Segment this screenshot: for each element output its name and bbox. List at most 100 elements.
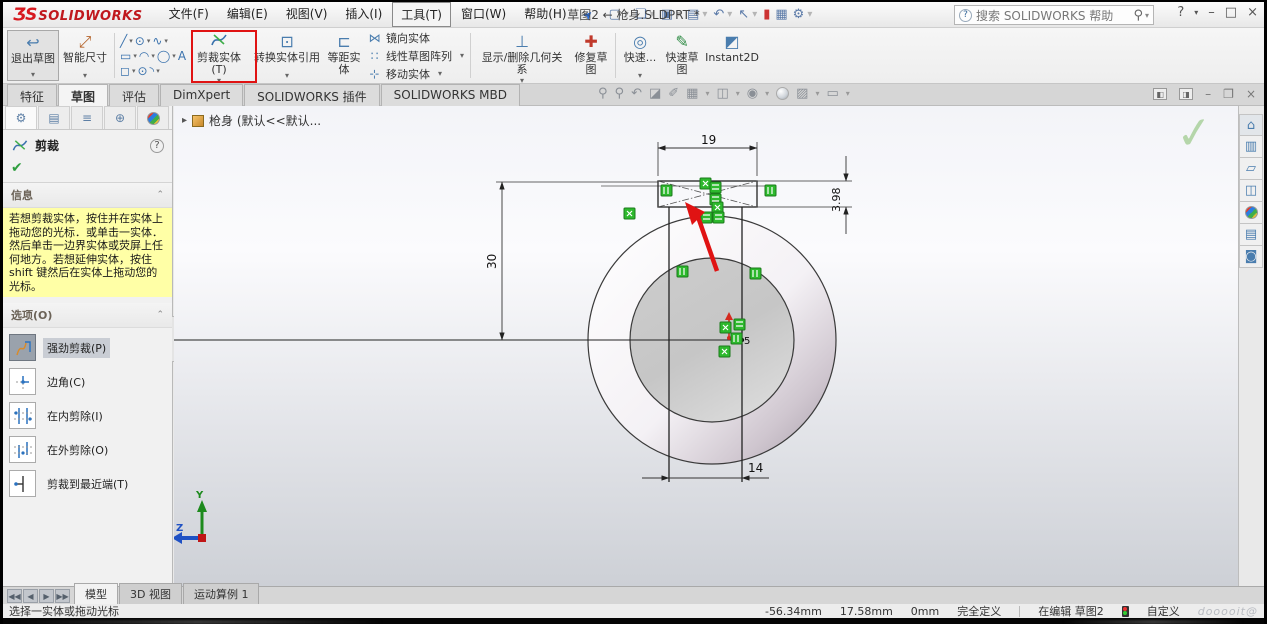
convert-entities-button[interactable]: ⊡ 转换实体引用 ▾ — [250, 30, 324, 81]
option-trim-away-inside[interactable]: 在内剪除(I) — [9, 402, 172, 429]
menu-view[interactable]: 视图(V) — [278, 2, 336, 27]
menu-tools[interactable]: 工具(T) — [392, 2, 451, 27]
doc-close-button[interactable]: × — [1246, 87, 1256, 101]
undo-icon[interactable]: ↶ — [711, 6, 726, 23]
settings-gear-icon[interactable]: ⚙ — [791, 6, 807, 23]
rapid-sketch-button[interactable]: ✎ 快速草图 — [661, 30, 703, 81]
message-section-header[interactable]: 信息 ⌃ — [3, 183, 172, 208]
rectangle-tool-icon[interactable]: ▭ — [120, 49, 131, 63]
custom-properties-icon[interactable]: ▤ — [1239, 224, 1263, 246]
property-help-icon[interactable]: ? — [150, 139, 164, 153]
tab-addins[interactable]: SOLIDWORKS 插件 — [244, 84, 379, 106]
dimxpertmanager-tab-icon[interactable]: ⊕ — [104, 106, 136, 129]
slot-tool-icon[interactable]: ◻ — [120, 64, 130, 78]
move-entities-caret-icon[interactable]: ▾ — [438, 69, 442, 78]
smart-dimension-button[interactable]: ⤢ 智能尺寸 ▾ — [59, 30, 111, 81]
dimension-19[interactable]: 19 — [658, 133, 757, 176]
previous-view-icon[interactable]: ↶ — [631, 86, 642, 101]
propertymanager-tab-icon[interactable]: ⚙ — [5, 106, 37, 129]
view-orientation-icon[interactable]: ▦ — [686, 86, 698, 101]
tab-sketch[interactable]: 草图 — [58, 84, 108, 106]
new-file-icon[interactable]: ▢ — [607, 6, 623, 23]
display-style-icon[interactable]: ◫ — [716, 86, 728, 101]
tab-mbd[interactable]: SOLIDWORKS MBD — [381, 84, 520, 106]
view-palette-icon[interactable]: ◫ — [1239, 180, 1263, 202]
menu-edit[interactable]: 编辑(E) — [219, 2, 276, 27]
search-icon[interactable]: ⚲ — [1133, 8, 1143, 23]
edit-appearance-icon[interactable] — [776, 87, 789, 100]
menu-file[interactable]: 文件(F) — [161, 2, 217, 27]
option-power-trim[interactable]: 强劲剪裁(P) — [9, 334, 172, 361]
fillet-tool-icon[interactable]: ◝ — [150, 64, 155, 78]
tab-scroll-prev-icon[interactable]: ◀ — [23, 589, 38, 603]
tab-scroll-next-icon[interactable]: ▶ — [39, 589, 54, 603]
quick-snaps-button[interactable]: ◎ 快速... ▾ — [619, 30, 661, 81]
option-corner[interactable]: 边角(C) — [9, 368, 172, 395]
smart-dimension-caret-icon[interactable]: ▾ — [83, 71, 87, 80]
hide-show-items-icon[interactable]: ◉ — [747, 86, 758, 101]
tab-dimxpert[interactable]: DimXpert — [160, 84, 243, 106]
displaymanager-tab-icon[interactable] — [137, 106, 169, 129]
menu-help[interactable]: 帮助(H) — [516, 2, 574, 27]
design-library-icon[interactable]: ▥ — [1239, 136, 1263, 158]
zoom-fit-icon[interactable]: ⚲ — [598, 86, 608, 101]
linear-pattern-button[interactable]: ∷ 线性草图阵列 ▾ — [367, 48, 464, 64]
arc-tool-icon[interactable]: ◠ — [139, 49, 149, 63]
print-icon[interactable]: ▤ — [685, 6, 701, 23]
file-explorer-folder-icon[interactable]: ▱ — [1239, 158, 1263, 180]
options-section-header[interactable]: 选项(O) ⌃ — [3, 303, 172, 328]
open-file-icon[interactable]: ❏ — [633, 6, 649, 23]
pin-menu-icon[interactable]: ➤ — [579, 6, 596, 23]
apply-scene-icon[interactable]: ▨ — [796, 86, 808, 101]
text-tool-icon[interactable]: A — [178, 49, 186, 63]
close-button[interactable]: × — [1247, 5, 1258, 20]
trim-entities-button[interactable]: 剪裁实体(T) ▾ — [188, 30, 250, 81]
tab-features[interactable]: 特征 — [7, 84, 57, 106]
convert-entities-caret-icon[interactable]: ▾ — [285, 71, 289, 80]
zoom-area-icon[interactable]: ⚲ — [615, 86, 625, 101]
mirror-entities-button[interactable]: ⋈ 镜向实体 — [367, 30, 464, 46]
display-state[interactable]: 自定义 — [1147, 603, 1180, 619]
help-button[interactable]: ? — [1177, 5, 1184, 20]
appearances-icon[interactable] — [1239, 202, 1263, 224]
minimize-button[interactable]: – — [1208, 5, 1215, 20]
section-view-icon[interactable]: ◪ — [649, 86, 661, 101]
linear-pattern-caret-icon[interactable]: ▾ — [460, 51, 464, 60]
tab-motion-study[interactable]: 运动算例 1 — [183, 583, 260, 604]
search-caret-icon[interactable]: ▾ — [1145, 11, 1149, 20]
option-trim-away-outside[interactable]: 在外剪除(O) — [9, 436, 172, 463]
instant2d-button[interactable]: ◩ Instant2D — [703, 30, 761, 81]
tab-3d-views[interactable]: 3D 视图 — [119, 583, 182, 604]
doc-minimize-button[interactable]: – — [1205, 87, 1211, 101]
left-pane-toggle-icon[interactable]: ◧ — [1153, 88, 1167, 100]
ellipse-tool-icon[interactable]: ◯ — [157, 49, 170, 63]
select-icon[interactable]: ↖ — [736, 6, 751, 23]
help-search-box[interactable]: ? 搜索 SOLIDWORKS 帮助 ⚲ ▾ — [954, 5, 1154, 25]
save-icon[interactable]: ▣ — [659, 6, 675, 23]
forum-chat-icon[interactable]: ◙ — [1239, 246, 1263, 268]
flyout-feature-tree[interactable]: ▸ 枪身 (默认<<默认... — [182, 112, 321, 129]
expand-arrow-icon[interactable]: ▸ — [182, 115, 187, 126]
tab-scroll-first-icon[interactable]: ◀◀ — [7, 589, 22, 603]
option-trim-to-closest[interactable]: 剪裁到最近端(T) — [9, 470, 172, 497]
maximize-button[interactable]: □ — [1225, 5, 1237, 20]
exit-sketch-caret-icon[interactable]: ▾ — [31, 70, 35, 79]
display-relations-button[interactable]: ⊥ 显示/删除几何关系 ▾ — [474, 30, 570, 81]
help-caret-icon[interactable]: ▾ — [1194, 8, 1198, 17]
repair-sketch-button[interactable]: ✚ 修复草图 — [570, 30, 612, 81]
exit-sketch-button[interactable]: ↩ 退出草图 ▾ — [7, 30, 59, 81]
configurationmanager-tab-icon[interactable]: ≡ — [71, 106, 103, 129]
line-tool-icon[interactable]: ╱ — [120, 34, 127, 48]
point-tool-icon[interactable]: ⊙ — [137, 64, 147, 78]
tab-evaluate[interactable]: 评估 — [109, 84, 159, 106]
options-list-icon[interactable]: ▦ — [773, 6, 789, 23]
sketch-view-icon[interactable]: ✐ — [668, 86, 679, 101]
tab-scroll-last-icon[interactable]: ▶▶ — [55, 589, 70, 603]
right-pane-toggle-icon[interactable]: ◨ — [1179, 88, 1193, 100]
spline-tool-icon[interactable]: ∿ — [152, 34, 162, 48]
circle-tool-icon[interactable]: ⊙ — [135, 34, 145, 48]
view-settings-icon[interactable]: ▭ — [826, 86, 838, 101]
graphics-area[interactable]: ▸ 枪身 (默认<<默认... ✓ — [174, 106, 1238, 586]
featuremanager-tab-icon[interactable]: ▤ — [38, 106, 70, 129]
rebuild-icon[interactable]: ▮ — [761, 6, 772, 23]
